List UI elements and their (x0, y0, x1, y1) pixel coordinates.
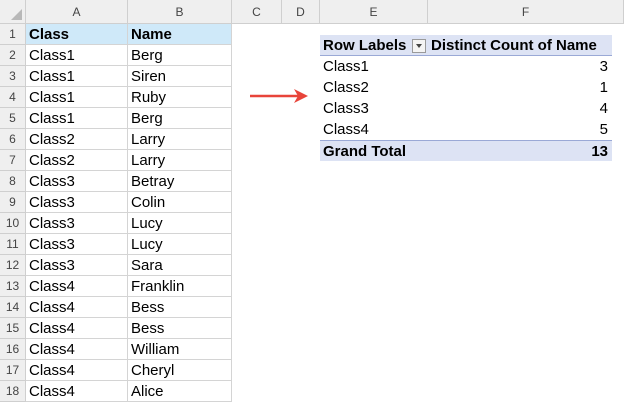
pivot-grand-total-value[interactable]: 13 (428, 140, 612, 161)
class-cell[interactable]: Class3 (26, 192, 128, 213)
row-header[interactable]: 9 (0, 192, 26, 213)
row-header[interactable]: 13 (0, 276, 26, 297)
name-cell[interactable]: William (128, 339, 232, 360)
class-cell[interactable]: Class3 (26, 171, 128, 192)
class-cell[interactable]: Class1 (26, 66, 128, 87)
pivot-grand-total-label[interactable]: Grand Total (320, 140, 428, 161)
pivot-row-labels-text: Row Labels (323, 37, 407, 54)
name-cell[interactable]: Alice (128, 381, 232, 402)
name-cell[interactable]: Bess (128, 318, 232, 339)
name-cell[interactable]: Betray (128, 171, 232, 192)
pivot-row-label[interactable]: Class2 (320, 77, 428, 98)
pivot-row-label[interactable]: Class1 (320, 56, 428, 77)
class-cell[interactable]: Class1 (26, 108, 128, 129)
pivot-row-value[interactable]: 1 (428, 77, 612, 98)
class-cell[interactable]: Class4 (26, 360, 128, 381)
spreadsheet: A B C D E F 1 2 3 4 5 6 7 8 9 10 11 12 13 14 15 16 17 18 … (0, 0, 624, 420)
name-cell[interactable]: Franklin (128, 276, 232, 297)
row-header[interactable]: 3 (0, 66, 26, 87)
name-header-cell[interactable]: Name (128, 24, 232, 45)
column-header-c[interactable]: C (232, 0, 282, 24)
name-cell[interactable]: Bess (128, 297, 232, 318)
row-header[interactable]: 5 (0, 108, 26, 129)
class-cell[interactable]: Class4 (26, 297, 128, 318)
name-cell[interactable]: Lucy (128, 234, 232, 255)
row-header[interactable]: 15 (0, 318, 26, 339)
row-header[interactable]: 10 (0, 213, 26, 234)
row-header[interactable]: 14 (0, 297, 26, 318)
name-cell[interactable]: Cheryl (128, 360, 232, 381)
row-header[interactable]: 6 (0, 129, 26, 150)
column-header-e[interactable]: E (320, 0, 428, 24)
class-cell[interactable]: Class4 (26, 318, 128, 339)
row-header[interactable]: 1 (0, 24, 26, 45)
class-cell[interactable]: Class4 (26, 381, 128, 402)
pivot-row-value[interactable]: 4 (428, 98, 612, 119)
class-cell[interactable]: Class1 (26, 45, 128, 66)
class-cell[interactable]: Class3 (26, 255, 128, 276)
class-cell[interactable]: Class3 (26, 213, 128, 234)
class-cell[interactable]: Class4 (26, 276, 128, 297)
pivot-row-label[interactable]: Class3 (320, 98, 428, 119)
class-cell[interactable]: Class1 (26, 87, 128, 108)
name-cell[interactable]: Lucy (128, 213, 232, 234)
filter-dropdown-icon[interactable] (412, 39, 426, 53)
pivot-row-value[interactable]: 5 (428, 119, 612, 140)
class-header-cell[interactable]: Class (26, 24, 128, 45)
column-header-b[interactable]: B (128, 0, 232, 24)
name-cell[interactable]: Larry (128, 150, 232, 171)
row-header[interactable]: 17 (0, 360, 26, 381)
row-header[interactable]: 8 (0, 171, 26, 192)
row-header[interactable]: 2 (0, 45, 26, 66)
name-cell[interactable]: Colin (128, 192, 232, 213)
class-cell[interactable]: Class2 (26, 129, 128, 150)
select-all-icon (11, 9, 22, 20)
name-cell[interactable]: Larry (128, 129, 232, 150)
row-header[interactable]: 12 (0, 255, 26, 276)
name-cell[interactable]: Berg (128, 45, 232, 66)
select-all-corner[interactable] (0, 0, 26, 24)
name-cell[interactable]: Siren (128, 66, 232, 87)
row-header[interactable]: 16 (0, 339, 26, 360)
row-header[interactable]: 11 (0, 234, 26, 255)
right-arrow-icon (250, 89, 308, 103)
name-cell[interactable]: Berg (128, 108, 232, 129)
row-header[interactable]: 7 (0, 150, 26, 171)
class-cell[interactable]: Class4 (26, 339, 128, 360)
class-cell[interactable]: Class3 (26, 234, 128, 255)
column-header-d[interactable]: D (282, 0, 320, 24)
class-cell[interactable]: Class2 (26, 150, 128, 171)
row-header[interactable]: 4 (0, 87, 26, 108)
column-header-f[interactable]: F (428, 0, 624, 24)
name-cell[interactable]: Ruby (128, 87, 232, 108)
pivot-row-value[interactable]: 3 (428, 56, 612, 77)
pivot-value-header[interactable]: Distinct Count of Name (428, 35, 612, 56)
pivot-row-label[interactable]: Class4 (320, 119, 428, 140)
row-header[interactable]: 18 (0, 381, 26, 402)
column-header-a[interactable]: A (26, 0, 128, 24)
name-cell[interactable]: Sara (128, 255, 232, 276)
